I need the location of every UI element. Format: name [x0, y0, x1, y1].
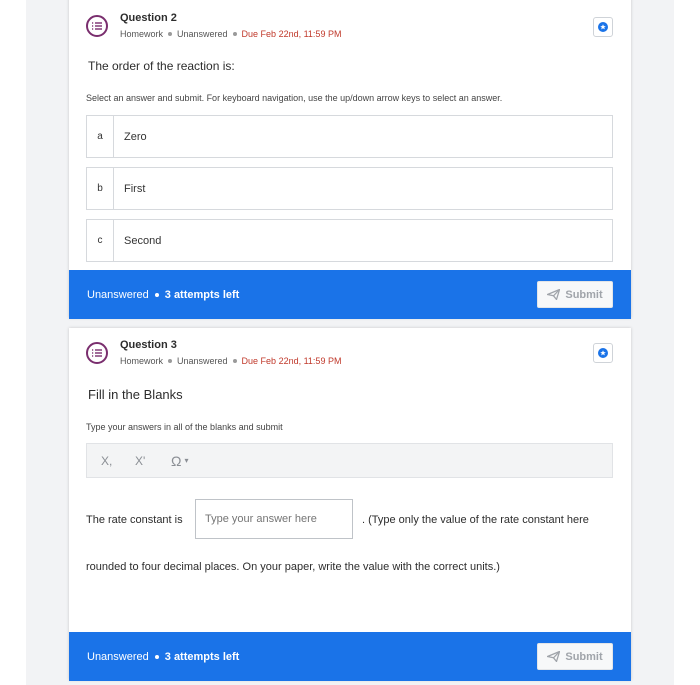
- answer-choice-b[interactable]: b First: [86, 167, 613, 210]
- attempts-left: 3 attempts left: [164, 288, 240, 301]
- question-status: Unanswered: [177, 29, 228, 39]
- due-date: Due Feb 22nd, 11:59 PM: [241, 356, 342, 366]
- paper-plane-icon: [547, 651, 561, 662]
- question-title: Question 3: [120, 339, 177, 351]
- footer-status-text: Unanswered: [87, 650, 149, 663]
- choice-letter: a: [87, 116, 114, 157]
- question-card-3: Question 3 Homework Unanswered Due Feb 22n…: [69, 328, 631, 681]
- question-status: Unanswered: [177, 356, 228, 366]
- choice-text: Second: [124, 234, 162, 247]
- omega-icon: Ω: [171, 452, 182, 469]
- choice-letter: c: [87, 220, 114, 261]
- question-footer: Unanswered 3 attempts left Submit: [69, 632, 631, 681]
- bookmark-button[interactable]: [593, 17, 613, 37]
- fill-text-before: The rate constant is: [86, 514, 183, 526]
- due-date: Due Feb 22nd, 11:59 PM: [241, 29, 342, 39]
- question-instructions: Select an answer and submit. For keyboar…: [86, 93, 503, 103]
- chevron-down-icon: ▾: [184, 456, 189, 465]
- footer-status: Unanswered 3 attempts left: [87, 632, 239, 681]
- question-card-2: Question 2 Homework Unanswered Due Feb 22n…: [69, 0, 631, 319]
- question-type: Homework: [120, 356, 164, 366]
- formatting-toolbar: X, X' Ω ▾: [86, 443, 613, 478]
- answer-choice-c[interactable]: c Second: [86, 219, 613, 262]
- footer-status: Unanswered 3 attempts left: [87, 270, 239, 319]
- question-instructions: Type your answers in all of the blanks a…: [86, 422, 283, 432]
- submit-button[interactable]: Submit: [537, 281, 613, 308]
- answer-choice-a[interactable]: a Zero: [86, 115, 613, 158]
- choice-text: First: [124, 182, 146, 195]
- special-characters-button[interactable]: Ω ▾: [171, 444, 188, 477]
- fill-text-after: . (Type only the value of the rate const…: [362, 514, 589, 526]
- paper-plane-icon: [547, 289, 561, 300]
- question-meta: Homework Unanswered Due Feb 22nd, 11:59 PM: [120, 29, 341, 39]
- choice-letter: b: [87, 168, 114, 209]
- bookmark-icon: [598, 22, 608, 32]
- answer-blank-input[interactable]: [195, 499, 353, 539]
- fill-text-continued: rounded to four decimal places. On your …: [86, 561, 500, 573]
- attempts-left: 3 attempts left: [164, 650, 240, 663]
- subscript-button[interactable]: X,: [101, 444, 112, 477]
- bookmark-button[interactable]: [593, 343, 613, 363]
- bookmark-icon: [598, 348, 608, 358]
- superscript-button[interactable]: X': [135, 444, 145, 477]
- question-list-icon: [86, 15, 108, 37]
- submit-button[interactable]: Submit: [537, 643, 613, 670]
- question-title: Question 2: [120, 12, 177, 24]
- question-meta: Homework Unanswered Due Feb 22nd, 11:59 PM: [120, 356, 341, 366]
- question-prompt: The order of the reaction is:: [88, 59, 235, 73]
- submit-label: Submit: [565, 650, 603, 663]
- question-list-icon: [86, 342, 108, 364]
- choice-text: Zero: [124, 130, 147, 143]
- submit-label: Submit: [565, 288, 603, 301]
- question-footer: Unanswered 3 attempts left Submit: [69, 270, 631, 319]
- question-prompt: Fill in the Blanks: [88, 387, 183, 402]
- question-type: Homework: [120, 29, 164, 39]
- footer-status-text: Unanswered: [87, 288, 149, 301]
